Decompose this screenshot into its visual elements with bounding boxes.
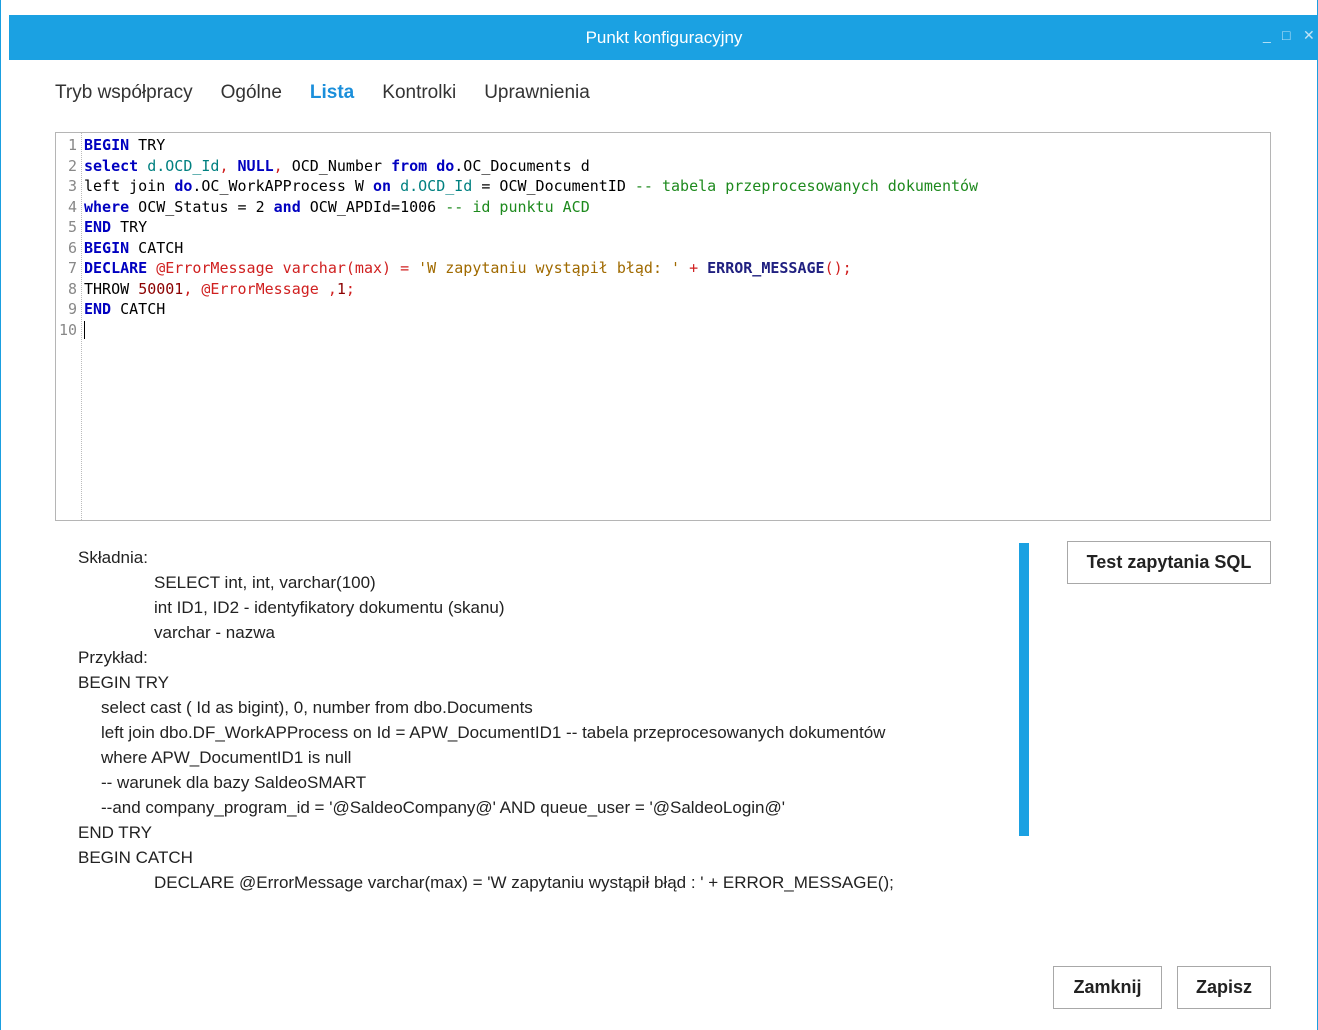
help-line: Składnia: — [78, 548, 148, 567]
code-token: do — [174, 177, 193, 195]
line-number: 1 — [67, 136, 77, 154]
line-number: 3 — [67, 177, 77, 195]
code-token: @ErrorMessage varchar(max) = — [147, 259, 419, 277]
help-line: varchar - nazwa — [154, 623, 275, 642]
help-line: BEGIN CATCH — [78, 848, 193, 867]
code-token: d.OCD_Id — [138, 156, 220, 175]
help-line: SELECT int, int, varchar(100) — [154, 573, 376, 592]
code-token: where — [84, 197, 130, 216]
code-area[interactable]: BEGIN TRY select d.OCD_Id, NULL, OCD_Numb… — [84, 133, 1270, 520]
tab-0[interactable]: Tryb współpracy — [55, 80, 193, 110]
code-line: select d.OCD_Id, NULL, OCD_Number from d… — [84, 156, 590, 176]
help-line: select cast ( Id as bigint), 0, number f… — [101, 698, 533, 717]
window-title: Punkt konfiguracyjny — [585, 28, 743, 47]
minimize-icon[interactable]: _ — [1263, 27, 1271, 43]
code-token: END — [84, 218, 112, 236]
code-token: OCW_APDId=1006 — [300, 197, 446, 216]
code-token: NULL — [237, 156, 274, 175]
help-line: where APW_DocumentID1 is null — [101, 748, 352, 767]
code-token: BEGIN — [84, 238, 130, 257]
code-token: (); — [824, 259, 852, 277]
code-line: BEGIN TRY — [84, 135, 165, 155]
code-token: OCD_Number — [291, 156, 392, 175]
save-button[interactable]: Zapisz — [1177, 966, 1271, 1009]
code-line: END TRY — [84, 217, 147, 237]
line-number: 6 — [67, 238, 77, 257]
code-line: END CATCH — [84, 299, 165, 319]
syntax-help-text: Składnia: SELECT int, int, varchar(100) in… — [78, 547, 1008, 907]
code-token: 50001 — [138, 279, 184, 298]
code-line: DECLARE @ErrorMessage varchar(max) = 'W … — [84, 258, 852, 278]
code-token: d.OCD_Id — [391, 177, 473, 195]
code-token: 1 — [336, 279, 346, 298]
close-icon[interactable]: ✕ — [1303, 27, 1315, 44]
help-line: END TRY — [78, 823, 153, 842]
tab-2[interactable]: Lista — [310, 80, 354, 110]
code-token: DECLARE — [84, 259, 148, 277]
line-number: 2 — [67, 156, 77, 175]
code-token: ERROR_MESSAGE — [707, 259, 825, 277]
code-token: TRY — [129, 136, 166, 154]
help-line: BEGIN TRY — [78, 673, 170, 692]
code-token: .OC_WorkAPProcess W — [192, 177, 373, 195]
code-line: BEGIN CATCH — [84, 238, 183, 258]
tab-4[interactable]: Uprawnienia — [484, 80, 590, 110]
line-number: 7 — [67, 259, 77, 277]
code-token: , — [219, 156, 238, 175]
code-token: select — [84, 156, 139, 175]
close-button[interactable]: Zamknij — [1053, 966, 1162, 1009]
code-token: on — [373, 177, 392, 195]
code-token: 'W zapytaniu wystąpił błąd: ' — [418, 259, 681, 277]
help-line: -- warunek dla bazy SaldeoSMART — [101, 773, 367, 792]
code-token: BEGIN — [84, 136, 130, 154]
code-token: THROW — [84, 279, 139, 298]
code-token: , — [273, 156, 292, 175]
code-token: do — [436, 156, 455, 175]
code-token: .OC_Documents d — [454, 156, 590, 175]
code-token: -- tabela przeprocesowanych dokumentów — [634, 177, 979, 195]
code-line: left join do.OC_WorkAPProcess W on d.OCD… — [84, 176, 978, 196]
maximize-icon[interactable]: □ — [1282, 27, 1290, 43]
code-token: CATCH — [129, 238, 184, 257]
tab-3[interactable]: Kontrolki — [382, 80, 456, 110]
line-number: 8 — [67, 279, 77, 298]
help-line: int ID1, ID2 - identyfikatory dokumentu … — [154, 598, 505, 617]
line-number: 4 — [67, 197, 77, 216]
code-token: left join — [84, 177, 175, 195]
code-token: OCW_Status = 2 — [129, 197, 274, 216]
line-number: 10 — [58, 320, 77, 339]
code-token: and — [273, 197, 301, 216]
code-token: ; — [345, 279, 355, 298]
code-line: THROW 50001, @ErrorMessage ,1; — [84, 279, 355, 299]
title-bar: Punkt konfiguracyjny _ □ ✕ — [9, 15, 1318, 60]
code-token: + — [680, 259, 708, 277]
code-token: = OCW_DocumentID — [472, 177, 635, 195]
code-token: from — [391, 156, 428, 175]
test-sql-query-button[interactable]: Test zapytania SQL — [1067, 541, 1271, 584]
code-token: , @ErrorMessage , — [183, 279, 337, 298]
help-line: --and company_program_id = '@SaldeoCompa… — [101, 798, 786, 817]
code-token: TRY — [111, 218, 148, 236]
line-number-gutter: 1 2 3 4 5 6 7 8 9 10 — [56, 133, 82, 520]
code-token: CATCH — [111, 300, 166, 318]
line-number: 5 — [67, 218, 77, 236]
tab-1[interactable]: Ogólne — [221, 80, 282, 110]
dialog-window: Punkt konfiguracyjny _ □ ✕ Tryb współpra… — [0, 0, 1318, 1030]
code-line: where OCW_Status = 2 and OCW_APDId=1006 … — [84, 197, 590, 217]
tab-bar: Tryb współpracy Ogólne Lista Kontrolki Upraw… — [55, 80, 618, 110]
sql-editor[interactable]: 1 2 3 4 5 6 7 8 9 10 BEGIN TRY select d.OCD_Id, NU… — [55, 132, 1271, 521]
text-cursor — [84, 320, 85, 339]
line-number: 9 — [67, 300, 77, 318]
help-scrollbar[interactable] — [1019, 543, 1029, 836]
help-line: DECLARE @ErrorMessage varchar(max) = 'W … — [154, 873, 894, 892]
help-line: left join dbo.DF_WorkAPProcess on Id = A… — [101, 723, 886, 742]
help-line: Przykład: — [78, 648, 148, 667]
code-token: END — [84, 300, 112, 318]
code-token: -- id punktu ACD — [445, 197, 590, 216]
